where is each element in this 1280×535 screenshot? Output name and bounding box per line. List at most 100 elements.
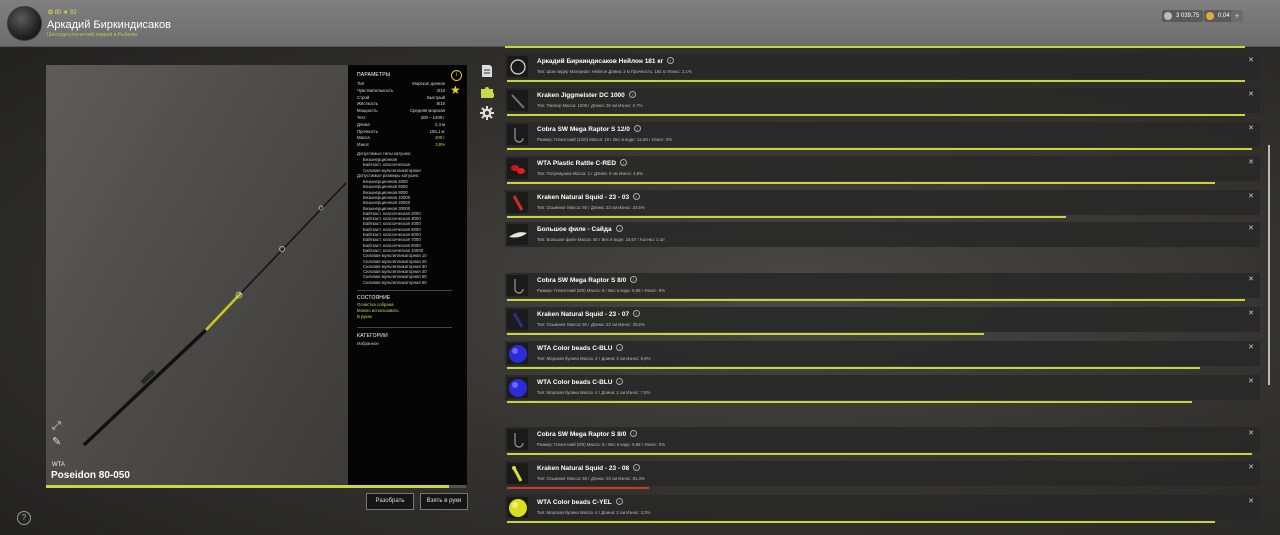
info-icon[interactable]: i xyxy=(628,91,636,98)
info-icon[interactable]: i xyxy=(630,430,638,437)
tackle-list-item[interactable]: WTA Plastic Rattle C-RED i Тип: Погремушка… xyxy=(505,156,1260,184)
param-value: Средняя морская xyxy=(409,108,445,114)
bead-yellow-icon xyxy=(507,497,528,518)
gear-icon[interactable] xyxy=(480,106,494,120)
disassemble-button[interactable]: Разобрать xyxy=(366,493,414,510)
remove-icon[interactable]: ✕ xyxy=(1248,192,1254,200)
hook-icon xyxy=(507,124,528,145)
item-name-text: Kraken Natural Squid - 23 - 07 xyxy=(537,311,630,318)
param-row: Тест 200 – 1400 г xyxy=(357,115,445,121)
item-name: Cobra SW Mega Raptor S 8/0 i xyxy=(537,276,638,284)
tackle-list-item[interactable]: Kraken Jiggmeister DC 1000 i Тип: Пилкер М… xyxy=(505,88,1260,116)
info-icon[interactable]: i xyxy=(451,70,462,81)
info-icon[interactable]: i xyxy=(616,344,624,351)
top-bar: ✪ 80 ★ 82 Аркадий Биркиндисаков Шестидес… xyxy=(0,0,1280,47)
info-icon[interactable]: i xyxy=(615,498,623,505)
item-properties: Тип: Шок-лидер Материал: Нейлон Длина: 2… xyxy=(537,69,692,74)
remove-icon[interactable]: ✕ xyxy=(1248,463,1254,471)
notes-icon[interactable] xyxy=(480,64,494,78)
take-in-hands-button[interactable]: Взять в руки xyxy=(420,493,468,510)
remove-icon[interactable]: ✕ xyxy=(1248,124,1254,132)
remove-icon[interactable]: ✕ xyxy=(1248,56,1254,64)
param-value: 200 г xyxy=(435,135,445,141)
player-subtitle: Шестидесятилетний лаврей в Рыбалке xyxy=(47,32,139,38)
item-name-text: Kraken Natural Squid - 23 - 03 xyxy=(537,194,630,201)
info-icon[interactable]: i xyxy=(633,193,641,200)
tackle-list-item[interactable]: Kraken Natural Squid - 23 - 03 i Тип: Осьм… xyxy=(505,190,1260,218)
tackle-list-item[interactable]: Kraken Natural Squid - 23 - 07 i Тип: Осьм… xyxy=(505,307,1260,335)
remove-icon[interactable]: ✕ xyxy=(1248,275,1254,283)
param-value: 193,1 кг xyxy=(429,128,445,134)
param-value: 3,8% xyxy=(435,142,445,148)
remove-icon[interactable]: ✕ xyxy=(1248,158,1254,166)
item-wear-bar xyxy=(507,182,1215,184)
silver-currency: 3 039,75 xyxy=(1162,10,1204,22)
add-currency-button[interactable]: + xyxy=(1231,10,1243,22)
line-coil-icon xyxy=(507,56,528,77)
remove-icon[interactable]: ✕ xyxy=(1248,497,1254,505)
info-icon[interactable]: i xyxy=(616,378,624,385)
remove-icon[interactable]: ✕ xyxy=(1248,429,1254,437)
fillet-icon xyxy=(507,224,528,245)
info-icon[interactable]: i xyxy=(633,125,641,132)
param-row: Масса 200 г xyxy=(357,135,445,141)
tackle-list-item[interactable]: Kraken Natural Squid - 23 - 08 i Тип: Осьм… xyxy=(505,461,1260,489)
puzzle-icon[interactable] xyxy=(480,85,494,99)
pilker-icon xyxy=(507,90,528,111)
sizes-title: Допустимые размеры катушек: xyxy=(357,173,419,178)
remove-icon[interactable]: ✕ xyxy=(1248,90,1254,98)
param-row: Жёсткость 8/10 xyxy=(357,101,445,107)
scrollbar[interactable] xyxy=(1268,145,1270,385)
item-name-text: WTA Color beads C-BLU xyxy=(537,379,613,386)
edit-icon[interactable]: ✎ xyxy=(52,436,64,448)
player-name: Аркадий Биркиндисаков xyxy=(47,19,171,31)
param-row: Длина 2,4 м xyxy=(357,122,445,128)
info-icon[interactable]: i xyxy=(615,225,623,232)
info-icon[interactable]: i xyxy=(633,464,641,471)
item-properties: Тип: Морская бусина Масса: 4 г Длина: 2 … xyxy=(537,356,651,361)
param-value: Морское донное xyxy=(412,81,445,86)
tackle-list-item[interactable]: Cobra SW Mega Raptor S 12/0 i Размер: Гига… xyxy=(505,122,1260,150)
item-name: Cobra SW Mega Raptor S 12/0 i xyxy=(537,125,641,133)
item-properties: Тип: Морская бусина Масса: 4 г Длина: 2 … xyxy=(537,390,651,395)
item-wear-bar xyxy=(507,401,1193,403)
tackle-list-item[interactable]: Большое филе - Сайда i Тип: Большое филе М… xyxy=(505,222,1260,247)
tackle-list-item[interactable]: WTA Color beads C-BLU i Тип: Морская бусин… xyxy=(505,341,1260,369)
param-row: Строй Быстрый xyxy=(357,95,445,101)
param-key: Мощность xyxy=(357,108,378,114)
rod-name: Poseidon 80-050 xyxy=(51,470,130,481)
tackle-list-item[interactable]: Cobra SW Mega Raptor S 8/0 i Размер: Гиган… xyxy=(505,273,1260,301)
item-properties: Тип: Пилкер Масса: 1000 г Длина: 26 см И… xyxy=(537,103,643,108)
info-icon[interactable]: i xyxy=(633,310,641,317)
item-properties: Тип: Морская бусина Масса: 4 г Длина: 2 … xyxy=(537,510,651,515)
info-icon[interactable]: i xyxy=(620,159,628,166)
item-wear-bar xyxy=(507,521,1215,523)
remove-icon[interactable]: ✕ xyxy=(1248,377,1254,385)
help-button[interactable]: ? xyxy=(17,511,31,525)
avatar[interactable] xyxy=(7,6,42,41)
item-properties: Размер: Гигантский (8/0) Масса: 8 г Вес … xyxy=(537,288,666,293)
info-icon[interactable]: i xyxy=(630,276,638,283)
squid-red-icon xyxy=(507,192,528,213)
param-value: 8/10 xyxy=(436,101,445,107)
silver-amount: 3 039,75 xyxy=(1176,13,1200,19)
item-wear-bar xyxy=(507,367,1200,369)
param-value: 200 – 1400 г xyxy=(420,115,445,120)
info-icon[interactable]: i xyxy=(667,57,675,64)
item-properties: Тип: Большое филе Масса: 50 г Вес в воде… xyxy=(537,237,666,242)
tackle-list-item[interactable]: Аркадий Биркиндисаков Нейлон 181 кг i Тип:… xyxy=(505,54,1260,82)
remove-icon[interactable]: ✕ xyxy=(1248,343,1254,351)
tackle-list-item[interactable]: WTA Color beads C-YEL i Тип: Морская бусин… xyxy=(505,495,1260,523)
remove-icon[interactable]: ✕ xyxy=(1248,309,1254,317)
item-properties: Размер: Гигантский (12/0) Масса: 10 г Ве… xyxy=(537,137,673,142)
param-value: 2,4 м xyxy=(434,121,445,127)
favorite-star-icon[interactable]: ★ xyxy=(450,84,461,96)
expand-icon[interactable]: ⤢ xyxy=(52,420,64,432)
remove-icon[interactable]: ✕ xyxy=(1248,224,1254,232)
rod-preview[interactable]: ⤢ ✎ xyxy=(46,65,348,485)
tackle-list-item[interactable]: Cobra SW Mega Raptor S 8/0 i Размер: Гиган… xyxy=(505,427,1260,455)
item-properties: Размер: Гигантский (8/0) Масса: 8 г Вес … xyxy=(537,442,666,447)
item-name: Kraken Natural Squid - 23 - 07 i xyxy=(537,310,641,318)
tackle-list-item[interactable]: WTA Color beads C-BLU i Тип: Морская бусин… xyxy=(505,375,1260,403)
gold-coin-icon xyxy=(1206,12,1214,20)
